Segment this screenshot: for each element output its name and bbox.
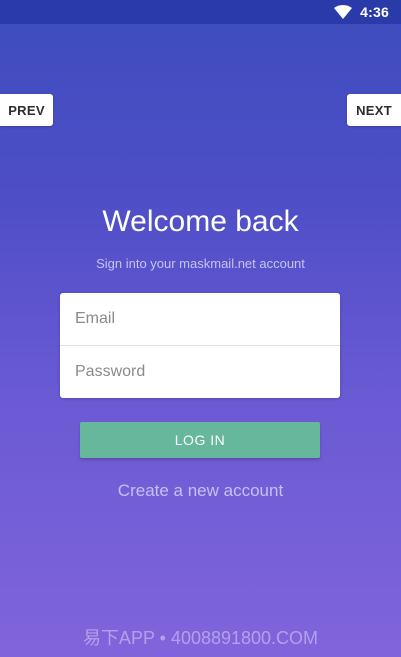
login-button[interactable]: LOG IN [80, 422, 320, 458]
next-button[interactable]: NEXT [347, 94, 401, 126]
email-field[interactable] [60, 293, 340, 345]
page-title: Welcome back [102, 205, 299, 238]
login-form [60, 293, 340, 398]
wifi-icon [334, 5, 353, 19]
watermark: 易下APP • 4008891800.COM [82, 628, 319, 648]
prev-button[interactable]: PREV [0, 94, 53, 126]
password-field[interactable] [60, 346, 340, 398]
status-time: 4:36 [360, 4, 389, 20]
status-bar: 4:36 [0, 0, 401, 24]
page-subtitle: Sign into your maskmail.net account [96, 256, 305, 271]
create-account-link[interactable]: Create a new account [0, 481, 401, 501]
